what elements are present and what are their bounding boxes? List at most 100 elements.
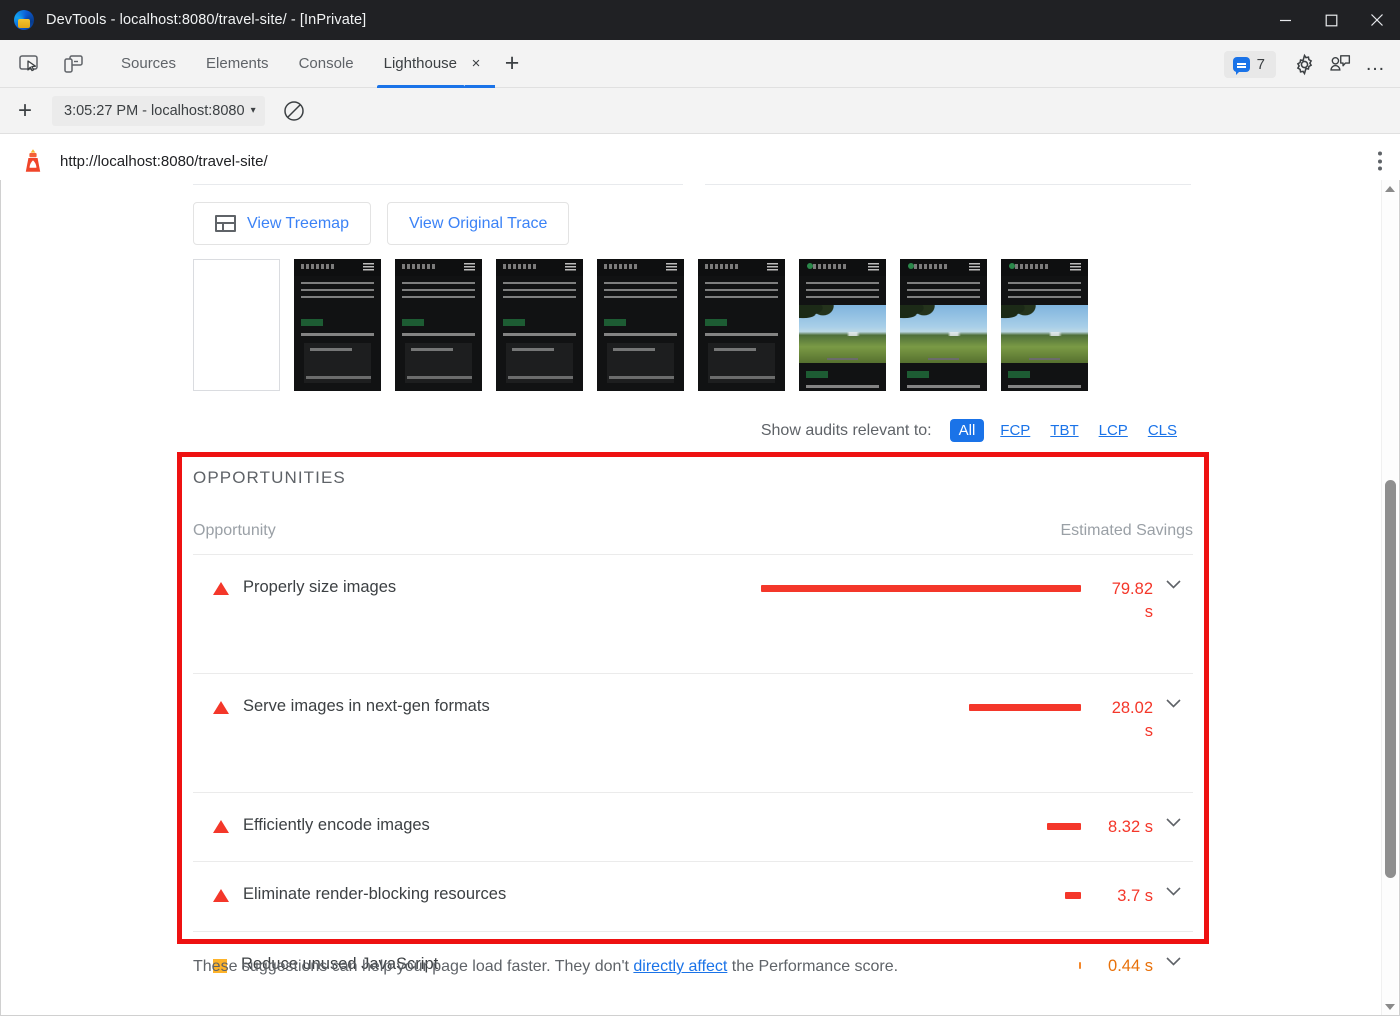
column-header-estimated-savings: Estimated Savings bbox=[1060, 522, 1193, 539]
feedback-icon[interactable] bbox=[1322, 46, 1358, 82]
lighthouse-runbar: + 3:05:27 PM - localhost:8080 ▾ bbox=[0, 88, 1400, 134]
window-titlebar: DevTools - localhost:8080/travel-site/ -… bbox=[0, 0, 1400, 40]
opportunities-title: OPPORTUNITIES bbox=[193, 468, 346, 487]
savings-value: 0.44 s bbox=[1108, 956, 1153, 975]
more-horizontal-icon[interactable]: … bbox=[1358, 46, 1394, 82]
treemap-icon bbox=[215, 215, 236, 232]
lighthouse-report: View Treemap View Original Trace Show au… bbox=[1, 180, 1381, 1015]
filmstrip-frame[interactable] bbox=[395, 259, 482, 391]
savings-unit: s bbox=[1144, 722, 1153, 741]
device-toolbar-icon[interactable] bbox=[56, 47, 90, 81]
new-report-button[interactable]: + bbox=[10, 96, 40, 126]
opportunity-savings: 8.32 s bbox=[753, 816, 1193, 839]
savings-bar bbox=[1065, 892, 1081, 900]
edge-devtools-icon bbox=[14, 10, 34, 30]
savings-number: 79.82 bbox=[1111, 580, 1153, 598]
chevron-down-icon[interactable] bbox=[1153, 885, 1193, 896]
savings-unit: s bbox=[1144, 603, 1153, 622]
inspect-element-icon[interactable] bbox=[12, 47, 46, 81]
opportunity-savings: 3.7 s bbox=[753, 885, 1193, 908]
savings-value: 8.32 s bbox=[1108, 817, 1153, 836]
savings-bar-track bbox=[756, 885, 1081, 900]
filmstrip-frame[interactable] bbox=[799, 259, 886, 391]
maximize-button[interactable] bbox=[1308, 0, 1354, 40]
column-header-opportunity: Opportunity bbox=[193, 522, 276, 539]
section-divider-top-right bbox=[705, 184, 1191, 185]
opportunities-table-header: Opportunity Estimated Savings bbox=[193, 522, 1193, 555]
chevron-down-icon[interactable] bbox=[1153, 578, 1193, 589]
audit-filter-row: Show audits relevant to: All FCP TBT LCP… bbox=[761, 419, 1181, 442]
report-view-buttons: View Treemap View Original Trace bbox=[193, 202, 570, 245]
issues-count: 7 bbox=[1256, 55, 1265, 73]
filter-fcp[interactable]: FCP bbox=[996, 420, 1034, 441]
chevron-down-icon[interactable] bbox=[1153, 816, 1193, 827]
report-selector-value: 3:05:27 PM - localhost:8080 bbox=[64, 102, 245, 119]
savings-bar bbox=[1047, 822, 1081, 830]
devtools-tabs: Sources Elements Console Lighthouse × + bbox=[106, 40, 529, 88]
report-url: http://localhost:8080/travel-site/ bbox=[60, 152, 268, 170]
savings-bar bbox=[969, 703, 1081, 711]
scroll-up-arrow-icon[interactable] bbox=[1382, 180, 1398, 197]
view-original-trace-button[interactable]: View Original Trace bbox=[386, 202, 570, 245]
filmstrip-frame[interactable] bbox=[294, 259, 381, 391]
window-controls bbox=[1262, 0, 1400, 40]
tab-console[interactable]: Console bbox=[284, 40, 369, 88]
issues-bubble-icon bbox=[1232, 56, 1250, 75]
opportunity-savings: 28.02 s bbox=[753, 697, 1193, 744]
tab-sources[interactable]: Sources bbox=[106, 40, 191, 88]
filter-tbt[interactable]: TBT bbox=[1046, 420, 1082, 441]
filmstrip-frame[interactable] bbox=[698, 259, 785, 391]
filmstrip-frame[interactable] bbox=[496, 259, 583, 391]
savings-value: 28.02 s bbox=[1081, 697, 1153, 744]
opportunity-row[interactable]: Eliminate render-blocking resources 3.7 … bbox=[193, 862, 1193, 932]
warning-triangle-icon bbox=[213, 819, 229, 833]
chevron-down-icon[interactable] bbox=[1153, 697, 1193, 708]
issues-counter-button[interactable]: 7 bbox=[1223, 50, 1276, 78]
gear-icon[interactable] bbox=[1286, 46, 1322, 82]
tab-lighthouse[interactable]: Lighthouse bbox=[369, 40, 466, 88]
savings-number: 28.02 bbox=[1111, 698, 1153, 717]
opportunity-name: Serve images in next-gen formats bbox=[243, 696, 490, 715]
savings-bar-track bbox=[756, 578, 1081, 592]
view-original-trace-label: View Original Trace bbox=[408, 214, 548, 232]
add-tab-icon[interactable]: + bbox=[495, 47, 529, 81]
lighthouse-report-viewport: View Treemap View Original Trace Show au… bbox=[0, 180, 1400, 1016]
opportunities-footnote: These suggestions can help your page loa… bbox=[193, 958, 898, 976]
view-treemap-button[interactable]: View Treemap bbox=[193, 202, 371, 245]
warning-triangle-icon bbox=[213, 700, 229, 714]
opportunity-row[interactable]: Serve images in next-gen formats 28.02 s bbox=[193, 674, 1193, 793]
filter-all[interactable]: All bbox=[949, 419, 985, 442]
tab-label: Lighthouse bbox=[383, 55, 458, 72]
opportunity-row[interactable]: Properly size images 79.82 s bbox=[193, 555, 1193, 674]
vertical-scrollbar[interactable] bbox=[1381, 180, 1398, 1015]
opportunity-name: Eliminate render-blocking resources bbox=[243, 885, 507, 904]
directly-affect-link[interactable]: directly affect bbox=[633, 958, 727, 975]
view-treemap-label: View Treemap bbox=[247, 214, 349, 232]
scroll-down-arrow-icon[interactable] bbox=[1382, 998, 1398, 1015]
clear-all-icon[interactable] bbox=[279, 96, 309, 126]
scrollbar-thumb[interactable] bbox=[1385, 480, 1396, 878]
filmstrip-frame[interactable] bbox=[1001, 259, 1088, 391]
filter-cls[interactable]: CLS bbox=[1144, 420, 1181, 441]
opportunity-row[interactable]: Efficiently encode images 8.32 s bbox=[193, 793, 1193, 863]
opportunities-section: OPPORTUNITIES Opportunity Estimated Savi… bbox=[193, 468, 1193, 1000]
filmstrip bbox=[193, 259, 1088, 391]
filmstrip-frame[interactable] bbox=[193, 259, 280, 391]
savings-bar-track bbox=[756, 816, 1081, 830]
tab-close-icon[interactable]: × bbox=[465, 40, 496, 88]
tab-label: Console bbox=[298, 55, 354, 72]
chevron-down-icon: ▾ bbox=[250, 105, 256, 116]
report-selector[interactable]: 3:05:27 PM - localhost:8080 ▾ bbox=[52, 95, 265, 126]
savings-bar-track bbox=[756, 697, 1081, 711]
tab-elements[interactable]: Elements bbox=[191, 40, 284, 88]
chevron-down-icon[interactable] bbox=[1153, 955, 1193, 966]
minimize-button[interactable] bbox=[1262, 0, 1308, 40]
close-button[interactable] bbox=[1354, 0, 1400, 40]
filmstrip-frame[interactable] bbox=[597, 259, 684, 391]
lighthouse-icon bbox=[18, 148, 48, 174]
footnote-before: These suggestions can help your page loa… bbox=[193, 958, 634, 975]
filter-lcp[interactable]: LCP bbox=[1095, 420, 1132, 441]
filmstrip-frame[interactable] bbox=[900, 259, 987, 391]
savings-value: 3.7 s bbox=[1117, 887, 1153, 906]
more-vertical-icon[interactable] bbox=[1378, 151, 1382, 171]
